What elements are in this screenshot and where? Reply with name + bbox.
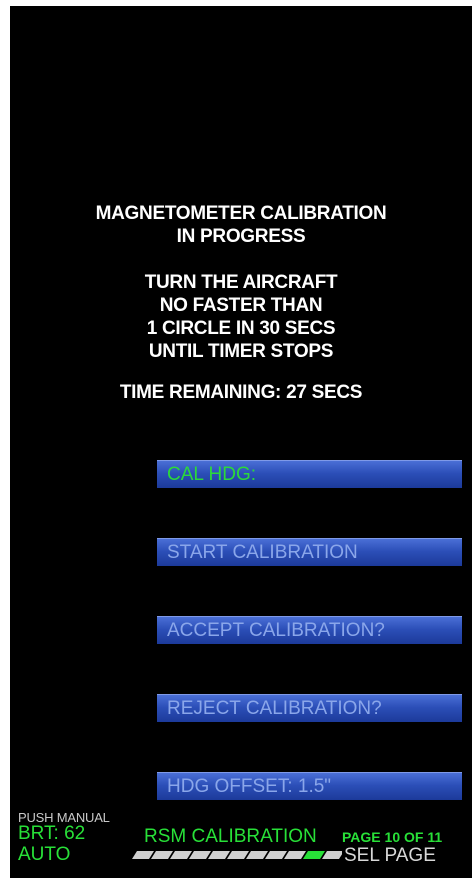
page-dot — [132, 851, 154, 859]
hdg-offset-button[interactable]: HDG OFFSET: 1.5" — [157, 772, 462, 800]
cal-hdg-button[interactable]: CAL HDG: — [157, 460, 462, 488]
brightness-readout[interactable]: BRT: 62 — [18, 824, 85, 844]
sel-page-button[interactable]: SEL PAGE — [344, 845, 436, 867]
page-dot — [265, 851, 287, 859]
start-calibration-button[interactable]: START CALIBRATION — [157, 538, 462, 566]
page-dot — [151, 851, 173, 859]
auto-brightness-label[interactable]: AUTO — [18, 845, 70, 865]
calibration-status-block: MAGNETOMETER CALIBRATION IN PROGRESS TUR… — [10, 202, 472, 404]
page-dot — [170, 851, 192, 859]
page-position-dots — [132, 851, 342, 859]
page-indicator: PAGE 10 OF 11 — [342, 829, 443, 845]
status-title-line1: MAGNETOMETER CALIBRATION — [95, 203, 387, 224]
page-dot — [227, 851, 249, 859]
page-dot — [246, 851, 268, 859]
instruction-line1: TURN THE AIRCRAFT — [144, 272, 338, 293]
mfd-screen: MAGNETOMETER CALIBRATION IN PROGRESS TUR… — [10, 6, 472, 878]
page-dot-current — [303, 851, 325, 859]
page-dot — [284, 851, 306, 859]
instruction-line4: UNTIL TIMER STOPS — [148, 341, 334, 362]
instruction-line3: 1 CIRCLE IN 30 SECS — [146, 318, 336, 339]
page-dot — [208, 851, 230, 859]
page-title: RSM CALIBRATION — [144, 826, 317, 847]
time-remaining: TIME REMAINING: 27 SECS — [119, 382, 363, 403]
page-dot — [322, 851, 342, 859]
reject-calibration-button[interactable]: REJECT CALIBRATION? — [157, 694, 462, 722]
status-title-line2: IN PROGRESS — [176, 226, 306, 247]
page-dot — [189, 851, 211, 859]
instruction-line2: NO FASTER THAN — [159, 295, 323, 316]
accept-calibration-button[interactable]: ACCEPT CALIBRATION? — [157, 616, 462, 644]
